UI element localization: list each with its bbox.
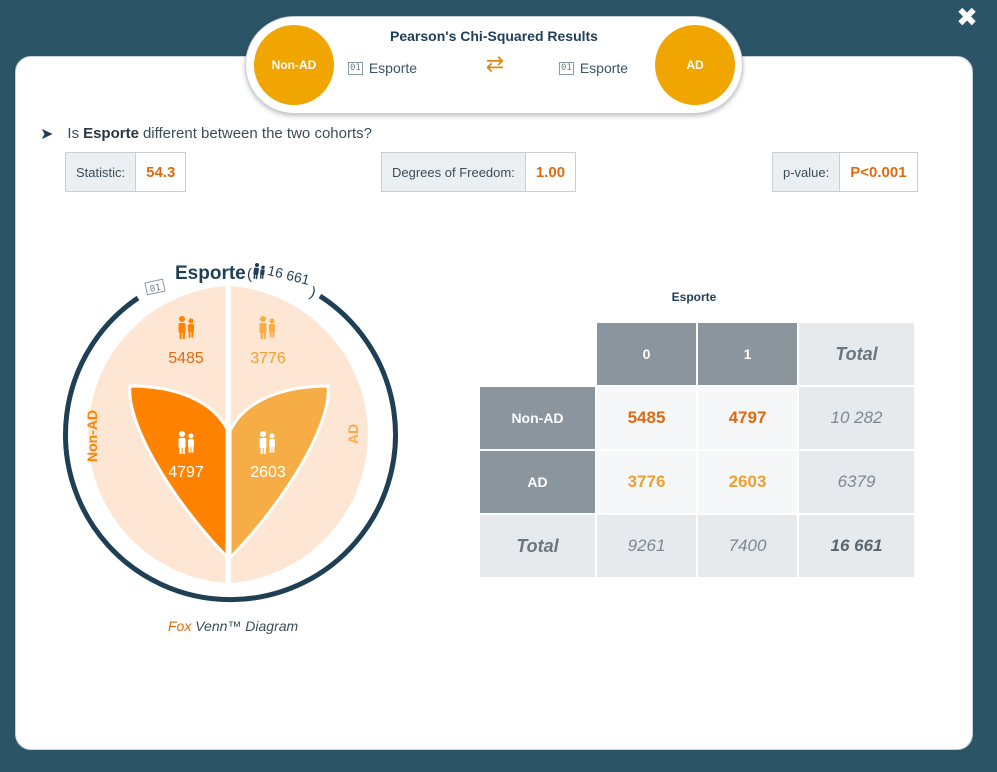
venn-left-label: Non-AD [84, 410, 100, 462]
table-corner [480, 323, 595, 385]
grand-total: 16 661 [799, 515, 914, 577]
question-prefix: Is [67, 125, 80, 142]
cell-ad-0: 3776 [597, 451, 696, 513]
row-header-ad: AD [480, 451, 595, 513]
row-header-non-ad: Non-AD [480, 387, 595, 449]
col-total-1: 7400 [698, 515, 797, 577]
play-arrow-icon: ➤ [40, 124, 54, 143]
table-row: Non-AD 5485 4797 10 282 [480, 387, 914, 449]
venn-count-ad-1: 2603 [250, 464, 286, 481]
header-pill: Non-AD Pearson's Chi-Squared Results 01 … [245, 16, 743, 114]
binary-variable-icon: 01 [348, 61, 363, 75]
fox-venn-diagram: 5485 3776 4797 2603 Non-AD AD 01 Esporte… [63, 262, 398, 603]
cell-non-ad-0: 5485 [597, 387, 696, 449]
venn-count-nonad-0: 5485 [168, 350, 204, 367]
caption-rest: Venn™ Diagram [195, 618, 299, 634]
people-icon [252, 262, 266, 281]
statistic-label: Statistic: [66, 153, 137, 191]
right-variable-name: Esporte [579, 60, 629, 76]
binary-variable-icon: 01 [149, 283, 162, 295]
binary-variable-icon: 01 [559, 61, 574, 75]
question-line: ➤ Is Esporte different between the two c… [40, 124, 372, 143]
cohort-ad-badge: AD [655, 25, 735, 105]
venn-total-open-paren: ( [247, 266, 252, 283]
left-variable-name: Esporte [368, 60, 418, 76]
row-total-ad: 6379 [799, 451, 914, 513]
p-value-box: p-value: P<0.001 [772, 152, 918, 192]
row-total-non-ad: 10 282 [799, 387, 914, 449]
row-header-total: Total [480, 515, 595, 577]
statistic-box: Statistic: 54.3 [65, 152, 187, 192]
venn-total: 16 661 [266, 262, 312, 288]
col-header-0: 0 [597, 323, 696, 385]
cell-non-ad-1: 4797 [698, 387, 797, 449]
table-variable-label: Esporte [671, 290, 717, 304]
p-value-label: p-value: [773, 153, 841, 191]
cell-ad-1: 2603 [698, 451, 797, 513]
col-header-total: Total [799, 323, 914, 385]
venn-count-nonad-1: 4797 [168, 464, 204, 481]
swap-arrows-icon[interactable]: ⇄ [482, 53, 508, 77]
question-suffix: different between the two cohorts? [142, 125, 372, 142]
question-variable: Esporte [83, 125, 139, 142]
contingency-table: 0 1 Total Non-AD 5485 4797 10 282 AD 377… [478, 321, 916, 579]
caption-brand: Fox [168, 618, 192, 634]
dof-label: Degrees of Freedom: [382, 153, 526, 191]
p-value-value: P<0.001 [840, 153, 917, 191]
venn-caption: Fox Venn™ Diagram [168, 618, 388, 634]
dof-box: Degrees of Freedom: 1.00 [381, 152, 577, 192]
table-total-row: Total 9261 7400 16 661 [480, 515, 914, 577]
venn-variable-name: Esporte [175, 263, 246, 284]
table-header-row: 0 1 Total [480, 323, 914, 385]
venn-count-ad-0: 3776 [250, 350, 286, 367]
table-row: AD 3776 2603 6379 [480, 451, 914, 513]
col-total-0: 9261 [597, 515, 696, 577]
venn-total-close-paren: ) [308, 284, 319, 302]
dof-value: 1.00 [525, 153, 576, 191]
close-icon[interactable]: ✖ [954, 4, 980, 32]
venn-right-label: AD [345, 424, 361, 444]
left-variable-label: 01 Esporte [348, 60, 417, 76]
right-variable-label: 01 Esporte [559, 60, 628, 76]
statistic-value: 54.3 [136, 153, 186, 191]
col-header-1: 1 [698, 323, 797, 385]
